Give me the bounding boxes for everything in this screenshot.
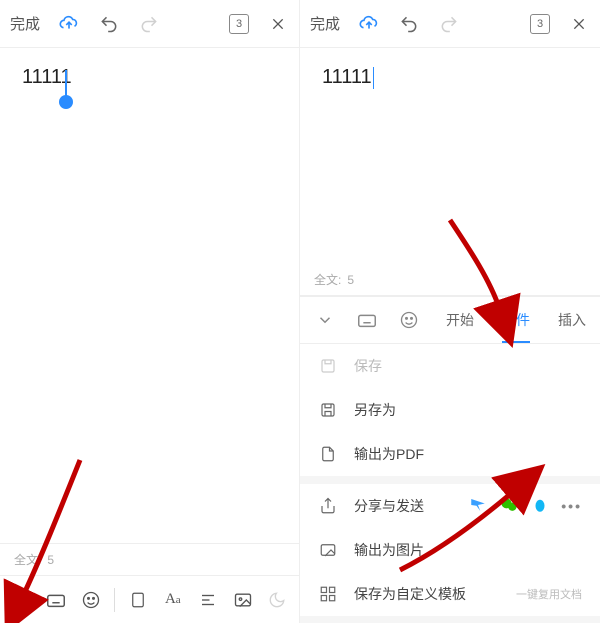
dingtalk-icon[interactable] — [469, 496, 487, 517]
done-button[interactable]: 完成 — [310, 13, 340, 34]
cloud-sync-icon[interactable] — [58, 13, 80, 35]
undo-icon[interactable] — [98, 13, 120, 35]
wechat-icon[interactable] — [499, 495, 519, 518]
menu-share[interactable]: 分享与发送 ••• — [300, 484, 600, 528]
menu-label: 保存为自定义模板 — [354, 584, 500, 604]
document-body[interactable]: 11111 — [0, 48, 299, 107]
pdf-icon — [318, 444, 338, 464]
topbar-left: 完成 3 — [0, 0, 299, 48]
wordcount-label: 全文: — [314, 271, 341, 288]
doc-text: 11111 — [322, 66, 372, 88]
more-icon[interactable]: ••• — [561, 498, 582, 514]
menu-export-pdf[interactable]: 输出为PDF — [300, 432, 600, 476]
menu-label: 另存为 — [354, 400, 582, 420]
close-icon[interactable] — [267, 13, 289, 35]
tab-start[interactable]: 开始 — [446, 298, 474, 342]
tab-insert[interactable]: 插入 — [558, 298, 586, 342]
redo-icon[interactable] — [138, 13, 160, 35]
page-icon[interactable] — [126, 588, 150, 612]
wordcount-value: 5 — [347, 273, 354, 287]
keyboard-icon[interactable] — [44, 588, 68, 612]
caret-icon — [65, 70, 67, 98]
save-icon — [318, 356, 338, 376]
text-caret — [373, 67, 375, 89]
wordcount-bar: 全文: 5 — [0, 543, 299, 575]
file-menu: 保存 另存为 输出为PDF 分享与发送 ••• — [300, 344, 600, 623]
menu-separator — [300, 616, 600, 623]
keyboard-icon[interactable] — [356, 309, 378, 331]
wordcount-bar: 全文: 5 — [300, 264, 600, 296]
toolbar-divider — [114, 588, 115, 612]
tool-tabbar: 开始 文件 插入 — [300, 296, 600, 344]
face-icon[interactable] — [79, 588, 103, 612]
undo-icon[interactable] — [398, 13, 420, 35]
caret-handle-icon[interactable] — [59, 95, 73, 109]
moon-icon[interactable] — [265, 588, 289, 612]
bottom-toolbar: Aa — [0, 575, 299, 623]
wordcount-value: 5 — [47, 553, 54, 567]
menu-save-template[interactable]: 保存为自定义模板 一键复用文档 — [300, 572, 600, 616]
menu-label: 输出为图片 — [354, 540, 582, 560]
wordcount-label: 全文: — [14, 551, 41, 568]
onekey-hint: 一键复用文档 — [516, 586, 582, 602]
chevron-down-icon[interactable] — [314, 309, 336, 331]
menu-save-as[interactable]: 另存为 — [300, 388, 600, 432]
page-count-badge[interactable]: 3 — [530, 14, 550, 34]
share-icon — [318, 496, 338, 516]
face-icon[interactable] — [398, 309, 420, 331]
menu-export-image[interactable]: 输出为图片 — [300, 528, 600, 572]
save-as-icon — [318, 400, 338, 420]
document-body[interactable]: 11111 — [300, 48, 600, 107]
menu-label: 保存 — [354, 356, 582, 376]
cloud-sync-icon[interactable] — [358, 13, 380, 35]
image-icon — [318, 540, 338, 560]
menu-label: 分享与发送 — [354, 496, 453, 516]
menu-separator — [300, 476, 600, 484]
font-icon[interactable]: Aa — [161, 588, 185, 612]
template-icon — [318, 584, 338, 604]
redo-icon[interactable] — [438, 13, 460, 35]
tab-file[interactable]: 文件 — [502, 298, 530, 342]
grid-icon[interactable] — [9, 588, 33, 612]
page-count-badge[interactable]: 3 — [229, 14, 249, 34]
topbar-right: 完成 3 — [300, 0, 600, 48]
close-icon[interactable] — [568, 13, 590, 35]
done-button[interactable]: 完成 — [10, 13, 40, 34]
menu-label: 输出为PDF — [354, 444, 582, 464]
qq-icon[interactable] — [531, 496, 549, 517]
align-icon[interactable] — [196, 588, 220, 612]
image-icon[interactable] — [231, 588, 255, 612]
menu-save[interactable]: 保存 — [300, 344, 600, 388]
